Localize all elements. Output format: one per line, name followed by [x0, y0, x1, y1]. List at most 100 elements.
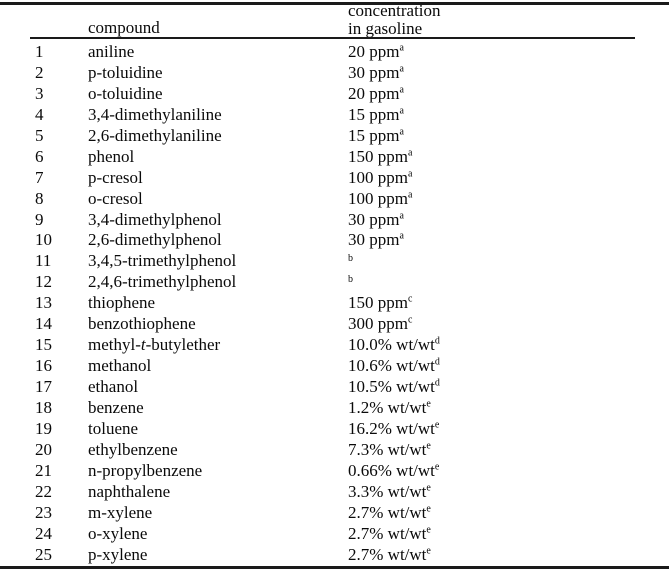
footnote-marker: e — [426, 398, 431, 410]
compound-name: methanol — [88, 356, 152, 376]
concentration-value: 2.7% wt/wte — [348, 523, 431, 543]
compound-name: benzothiophene — [88, 314, 196, 334]
table-header-rule — [30, 37, 635, 39]
row-index: 3 — [35, 83, 44, 103]
row-index: 5 — [35, 125, 44, 145]
compound-name: p-cresol — [88, 167, 143, 187]
column-header-compound: compound — [88, 18, 160, 37]
column-header-concentration-line2: in gasoline — [348, 19, 423, 38]
table-row: 15 methyl-t-butylether 10.0% wt/wtd — [0, 335, 669, 356]
row-index: 15 — [35, 335, 52, 355]
compound-name: phenol — [88, 146, 135, 166]
concentration-value: 300 ppmc — [348, 314, 413, 334]
footnote-marker: e — [434, 419, 440, 431]
footnote-marker: e — [426, 440, 431, 452]
row-index: 2 — [35, 62, 44, 82]
compound-name: aniline — [88, 42, 135, 61]
footnote-marker: a — [399, 63, 404, 75]
concentration-value: 30 ppma — [348, 230, 404, 250]
row-index: 20 — [35, 439, 52, 459]
concentration-value: 2.7% wt/wte — [348, 502, 431, 522]
row-index: 10 — [35, 230, 52, 250]
concentration-value: 15 ppma — [348, 104, 404, 124]
row-index: 16 — [35, 356, 52, 376]
table-row: 24 o-xylene 2.7% wt/wte — [0, 524, 669, 545]
concentration-value: 150 ppma — [348, 146, 413, 166]
table-row: 21 n-propylbenzene 0.66% wt/wte — [0, 461, 669, 482]
footnote-marker: c — [407, 314, 413, 326]
row-index: 18 — [35, 397, 52, 417]
concentration-value: 0.66% wt/wte — [348, 460, 440, 480]
footnote-marker: a — [399, 42, 404, 54]
table-row: 16 methanol 10.6% wt/wtd — [0, 356, 669, 377]
footnote-marker: b — [348, 274, 353, 286]
concentration-value: 16.2% wt/wte — [348, 418, 440, 438]
compound-name: p-toluidine — [88, 62, 163, 82]
table-row: 1 aniline 20 ppma — [0, 42, 669, 63]
footnote-marker: d — [434, 335, 440, 347]
table-bottom-rule — [0, 566, 669, 569]
footnote-marker: b — [348, 253, 353, 265]
column-header-concentration-line1: concentration — [348, 1, 441, 20]
compound-name: m-xylene — [88, 502, 153, 522]
document-page: compound concentration in gasoline 1 anil… — [0, 0, 669, 574]
row-index: 22 — [35, 481, 52, 501]
table-row: 6 phenol 150 ppma — [0, 147, 669, 168]
row-index: 9 — [35, 209, 44, 229]
table-row: 4 3,4-dimethylaniline 15 ppma — [0, 105, 669, 126]
concentration-value: 20 ppma — [348, 42, 404, 61]
row-index: 19 — [35, 418, 52, 438]
footnote-marker: a — [407, 188, 413, 200]
footnote-marker: a — [399, 84, 404, 96]
row-index: 4 — [35, 104, 44, 124]
row-index: 21 — [35, 460, 52, 480]
footnote-marker: e — [426, 523, 431, 535]
row-index: 24 — [35, 523, 52, 543]
compound-name: o-toluidine — [88, 83, 163, 103]
table-row: 9 3,4-dimethylphenol 30 ppma — [0, 210, 669, 231]
concentration-value: 10.6% wt/wtd — [348, 356, 440, 376]
table-row: 23 m-xylene 2.7% wt/wte — [0, 503, 669, 524]
table-row: 5 2,6-dimethylaniline 15 ppma — [0, 126, 669, 147]
concentration-value: 30 ppma — [348, 62, 404, 82]
row-index: 8 — [35, 188, 44, 208]
concentration-value: 15 ppma — [348, 125, 404, 145]
table-row: 17 ethanol 10.5% wt/wtd — [0, 377, 669, 398]
footnote-marker: d — [434, 356, 440, 368]
compound-name: 2,6-dimethylaniline — [88, 125, 222, 145]
table-row: 14 benzothiophene 300 ppmc — [0, 314, 669, 335]
footnote-marker: a — [407, 167, 413, 179]
concentration-value: b — [348, 251, 353, 273]
compound-name: benzene — [88, 397, 144, 417]
row-index: 6 — [35, 146, 44, 166]
table-row: 25 p-xylene 2.7% wt/wte — [0, 545, 669, 566]
footnote-marker: a — [399, 126, 404, 138]
table-row: 12 2,4,6-trimethylphenol b — [0, 272, 669, 293]
concentration-value: 30 ppma — [348, 209, 404, 229]
concentration-value: 3.3% wt/wte — [348, 481, 431, 501]
compound-name: ethanol — [88, 377, 139, 396]
row-index: 17 — [35, 377, 52, 396]
compound-name: 3,4-dimethylaniline — [88, 104, 222, 124]
concentration-value: 10.5% wt/wtd — [348, 377, 440, 396]
row-index: 7 — [35, 167, 44, 187]
compound-name: o-xylene — [88, 523, 148, 543]
row-index: 1 — [35, 42, 44, 61]
compound-name: ethylbenzene — [88, 439, 178, 459]
table-row: 2 p-toluidine 30 ppma — [0, 63, 669, 84]
footnote-marker: a — [399, 230, 404, 242]
footnote-marker: c — [407, 293, 413, 305]
compound-name: thiophene — [88, 293, 156, 313]
table-row: 19 toluene 16.2% wt/wte — [0, 419, 669, 440]
concentration-value: 7.3% wt/wte — [348, 439, 431, 459]
row-index: 25 — [35, 544, 52, 564]
compound-name: p-xylene — [88, 544, 148, 564]
table-row: 11 3,4,5-trimethylphenol b — [0, 251, 669, 272]
table-row: 20 ethylbenzene 7.3% wt/wte — [0, 440, 669, 461]
footnote-marker: e — [426, 544, 431, 556]
compound-name: methyl-t-butylether — [88, 335, 221, 355]
table-row: 18 benzene 1.2% wt/wte — [0, 398, 669, 419]
compound-name: naphthalene — [88, 481, 171, 501]
table-row: 3 o-toluidine 20 ppma — [0, 84, 669, 105]
concentration-value: 150 ppmc — [348, 293, 413, 313]
